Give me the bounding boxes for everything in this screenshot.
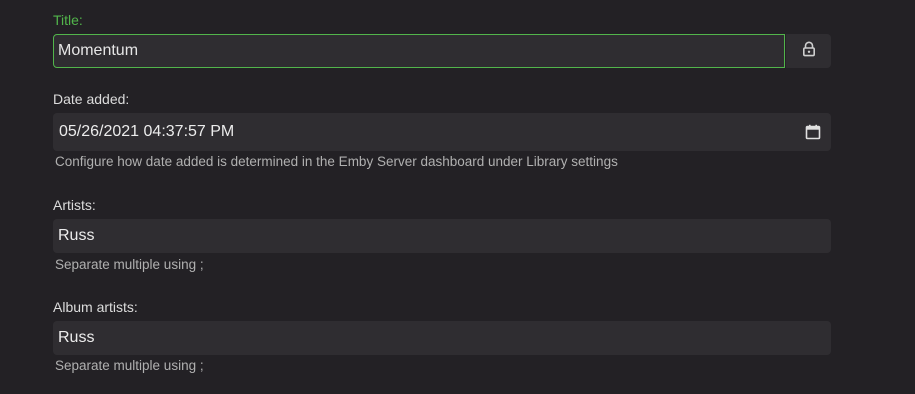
title-input[interactable]: Momentum [53,34,785,68]
metadata-editor-form: Title: Momentum Date added: 05/26/2021 0… [0,0,915,394]
title-input-value: Momentum [58,42,139,59]
date-added-value: 05/26/2021 04:37:57 PM [59,123,235,140]
album-artists-help: Separate multiple using ; [55,358,204,373]
lock-icon [802,41,816,62]
title-label: Title: [53,12,83,28]
artists-help: Separate multiple using ; [55,257,204,272]
lock-title-button[interactable] [786,34,831,68]
date-added-help: Configure how date added is determined i… [55,154,618,169]
artists-value: Russ [58,227,95,244]
calendar-icon[interactable] [804,123,822,141]
album-artists-value: Russ [58,329,95,346]
artists-label: Artists: [53,197,96,213]
artists-input[interactable]: Russ [53,219,831,253]
date-added-input[interactable]: 05/26/2021 04:37:57 PM [53,113,831,151]
date-added-label: Date added: [53,91,130,107]
album-artists-input[interactable]: Russ [53,321,831,355]
album-artists-label: Album artists: [53,299,138,315]
